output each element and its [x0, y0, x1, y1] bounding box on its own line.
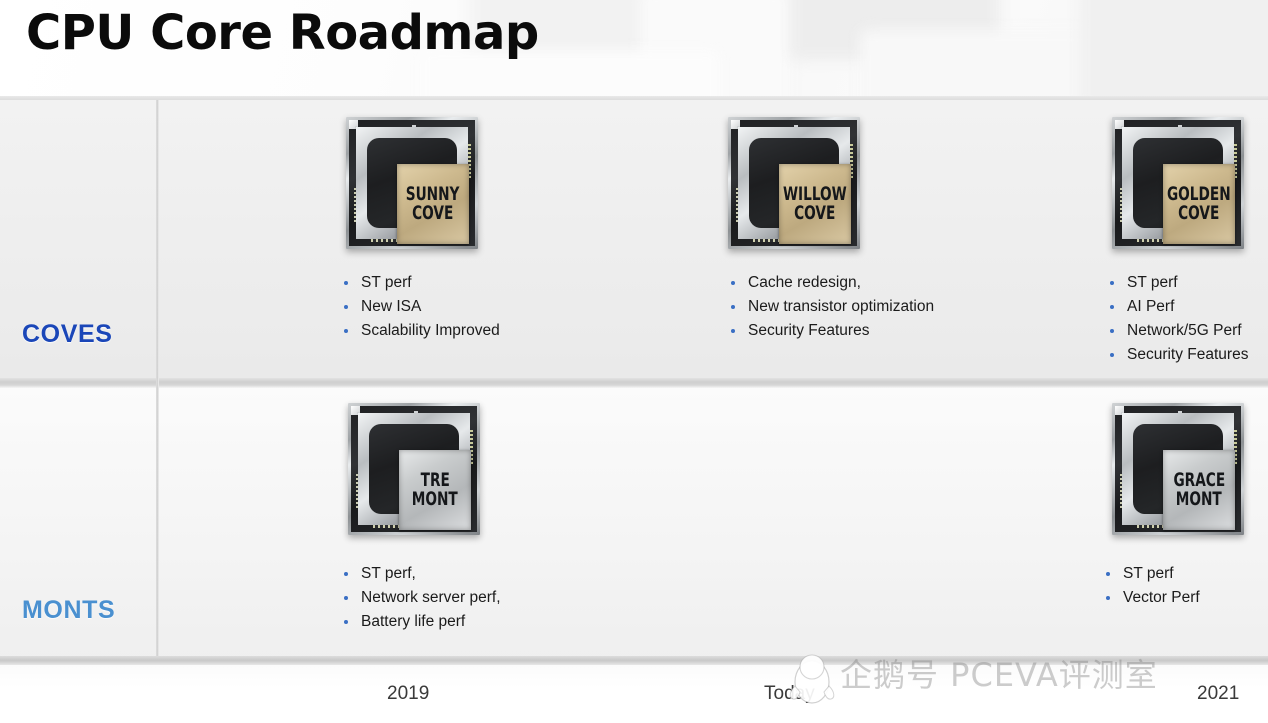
chip-substrate: GOLDEN COVE: [1115, 120, 1241, 246]
list-item-label: ST perf: [1123, 565, 1174, 582]
list-item: Vector Perf: [1106, 587, 1200, 608]
list-item-label: New ISA: [361, 298, 422, 315]
list-item: Cache redesign,: [731, 272, 934, 293]
chip-die: GOLDEN COVE: [1163, 164, 1235, 244]
timeline-label-2021: 2021: [1197, 683, 1240, 704]
chip-name-line2: COVE: [794, 202, 836, 224]
list-item-label: New transistor optimization: [748, 298, 935, 315]
list-item-label: ST perf: [361, 274, 412, 291]
page-title: CPU Core Roadmap: [26, 5, 539, 61]
list-item: New transistor optimization: [731, 296, 934, 317]
list-item-label: Network server perf,: [361, 589, 501, 606]
list-item-label: Vector Perf: [1123, 589, 1200, 606]
bullet-dot-icon: [731, 281, 735, 285]
chip-name-line2: MONT: [411, 488, 458, 510]
timeline-axis: 2019 Today 2021: [0, 665, 1268, 723]
chip-sunny-cove[interactable]: SUNNY COVE: [346, 117, 478, 249]
slide-root: CPU Core Roadmap COVES MONTS SUNNY COVE …: [0, 0, 1268, 723]
list-item: Network/5G Perf: [1110, 320, 1248, 341]
roadmap-board: COVES MONTS SUNNY COVE WILLOW COVE GOLDE…: [0, 100, 1268, 665]
bullet-dot-icon: [731, 329, 735, 333]
chip-gracemont[interactable]: GRACE MONT: [1112, 403, 1244, 535]
list-item-label: Security Features: [748, 322, 870, 339]
row-label-monts: MONTS: [22, 596, 116, 624]
list-item: Scalability Improved: [344, 320, 500, 341]
list-item-label: Battery life perf: [361, 613, 466, 630]
bullet-dot-icon: [1110, 329, 1114, 333]
chip-die: GRACE MONT: [1163, 450, 1235, 530]
chip-heatspreader-ring: GOLDEN COVE: [1122, 127, 1235, 244]
bullet-dot-icon: [1106, 572, 1110, 576]
chip-package-inner: SUNNY COVE: [367, 138, 469, 244]
bullet-dot-icon: [344, 620, 348, 624]
list-item-label: ST perf,: [361, 565, 416, 582]
list-item-label: ST perf: [1127, 274, 1178, 291]
bullet-dot-icon: [1110, 353, 1114, 357]
row-label-coves: COVES: [22, 320, 113, 348]
header-backdrop-shape: [1080, 0, 1268, 100]
list-item-label: Network/5G Perf: [1127, 322, 1242, 339]
chip-heatspreader-ring: GRACE MONT: [1122, 413, 1235, 530]
chip-heatspreader-ring: WILLOW COVE: [738, 127, 851, 244]
list-item: New ISA: [344, 296, 500, 317]
chip-die: TRE MONT: [399, 450, 471, 530]
list-item-label: Scalability Improved: [361, 322, 500, 339]
chip-substrate: WILLOW COVE: [731, 120, 857, 246]
bullets-tremont: ST perf, Network server perf, Battery li…: [344, 563, 501, 635]
list-item-label: Security Features: [1127, 346, 1249, 363]
chip-substrate: SUNNY COVE: [349, 120, 475, 246]
row-monts: [0, 388, 1268, 663]
bullets-golden-cove: ST perf AI Perf Network/5G Perf Security…: [1110, 272, 1248, 368]
slide-header: CPU Core Roadmap: [0, 0, 1268, 100]
list-item: Network server perf,: [344, 587, 501, 608]
chip-package-inner: GRACE MONT: [1133, 424, 1235, 530]
bullet-dot-icon: [1110, 305, 1114, 309]
chip-substrate: GRACE MONT: [1115, 406, 1241, 532]
list-item: ST perf: [1110, 272, 1248, 293]
list-item: ST perf,: [344, 563, 501, 584]
chip-die: WILLOW COVE: [779, 164, 851, 244]
bullet-dot-icon: [344, 596, 348, 600]
bullet-dot-icon: [1110, 281, 1114, 285]
bullet-dot-icon: [344, 572, 348, 576]
list-item: ST perf: [1106, 563, 1200, 584]
timeline-label-today: Today: [764, 683, 815, 704]
row-divider: [0, 378, 1268, 388]
chip-package-inner: TRE MONT: [369, 424, 471, 530]
bullets-gracemont: ST perf Vector Perf: [1106, 563, 1200, 611]
chip-tremont[interactable]: TRE MONT: [348, 403, 480, 535]
bullet-dot-icon: [344, 329, 348, 333]
chip-willow-cove[interactable]: WILLOW COVE: [728, 117, 860, 249]
bullets-sunny-cove: ST perf New ISA Scalability Improved: [344, 272, 500, 344]
timeline-label-2019: 2019: [387, 683, 430, 704]
board-bottom-edge: [0, 656, 1268, 665]
list-item: ST perf: [344, 272, 500, 293]
bullet-dot-icon: [344, 281, 348, 285]
chip-package-inner: WILLOW COVE: [749, 138, 851, 244]
list-item: Security Features: [1110, 344, 1248, 365]
chip-name-line2: MONT: [1175, 488, 1222, 510]
list-item-label: AI Perf: [1127, 298, 1175, 315]
bullets-willow-cove: Cache redesign, New transistor optimizat…: [731, 272, 934, 344]
list-item: Battery life perf: [344, 611, 501, 632]
chip-name-line2: COVE: [412, 202, 454, 224]
chip-die: SUNNY COVE: [397, 164, 469, 244]
bullet-dot-icon: [731, 305, 735, 309]
list-item: Security Features: [731, 320, 934, 341]
chip-heatspreader-ring: TRE MONT: [358, 413, 471, 530]
header-backdrop-shape: [860, 30, 1100, 100]
list-item: AI Perf: [1110, 296, 1248, 317]
chip-substrate: TRE MONT: [351, 406, 477, 532]
bullet-dot-icon: [1106, 596, 1110, 600]
chip-heatspreader-ring: SUNNY COVE: [356, 127, 469, 244]
column-divider: [156, 100, 159, 663]
bullet-dot-icon: [344, 305, 348, 309]
chip-package-inner: GOLDEN COVE: [1133, 138, 1235, 244]
list-item-label: Cache redesign,: [748, 274, 861, 291]
row-coves: [0, 100, 1268, 378]
chip-golden-cove[interactable]: GOLDEN COVE: [1112, 117, 1244, 249]
chip-name-line2: COVE: [1178, 202, 1220, 224]
